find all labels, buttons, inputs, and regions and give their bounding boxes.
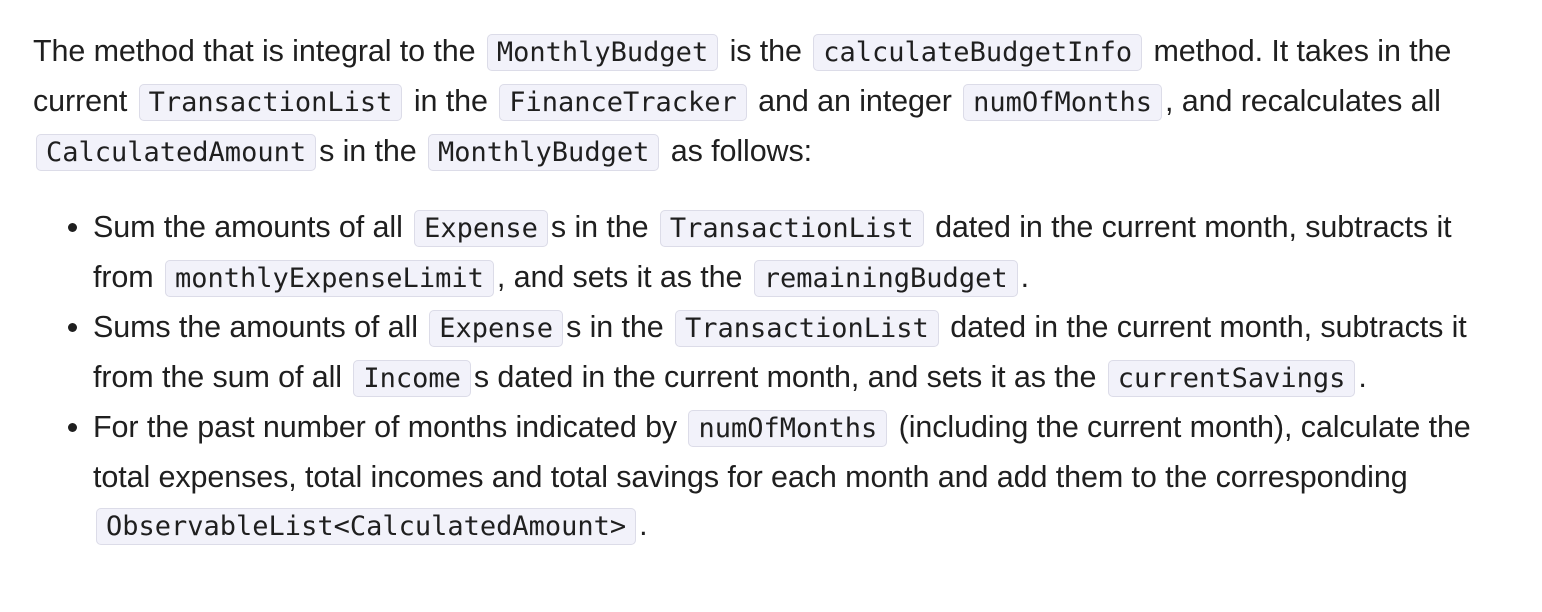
inline-code-num-of-months: numOfMonths [963, 84, 1162, 121]
document-body: The method that is integral to the Month… [33, 27, 1513, 551]
inline-code-remaining-budget: remainingBudget [753, 260, 1018, 297]
inline-code-transaction-list: TransactionList [138, 84, 403, 121]
bullet-text: s dated in the current month, and sets i… [473, 360, 1097, 394]
bullet-text: . [1020, 260, 1029, 294]
list-item-past-months: For the past number of months indicated … [93, 403, 1498, 551]
intro-text: , and recalculates all [1164, 84, 1441, 118]
inline-code-expense: Expense [414, 210, 548, 247]
intro-paragraph: The method that is integral to the Month… [33, 27, 1503, 177]
inline-code-monthly-expense-limit: monthlyExpenseLimit [164, 260, 494, 297]
inline-code-expense: Expense [429, 310, 564, 347]
intro-text: in the [413, 84, 488, 118]
bullet-text: s in the [566, 310, 664, 344]
inline-code-num-of-months: numOfMonths [688, 410, 888, 447]
inline-code-calculate-budget-info: calculateBudgetInfo [813, 34, 1143, 71]
intro-text: s in the [319, 134, 417, 168]
intro-text: The method that is integral to the [33, 34, 476, 68]
inline-code-current-savings: currentSavings [1107, 360, 1356, 397]
list-item-remaining-budget: Sum the amounts of all Expenses in the T… [93, 203, 1498, 303]
inline-code-calculated-amount: CalculatedAmount [36, 134, 317, 171]
intro-text: as follows: [670, 134, 813, 168]
bullet-text: . [639, 508, 648, 542]
inline-code-monthly-budget: MonthlyBudget [486, 34, 719, 71]
intro-text: and an integer [758, 84, 952, 118]
bullet-text: s in the [550, 210, 649, 244]
bullet-text: , and sets it as the [496, 260, 743, 294]
bullet-text: Sum the amounts of all [93, 210, 403, 244]
inline-code-finance-tracker: FinanceTracker [499, 84, 747, 121]
bullet-text: Sums the amounts of all [93, 310, 418, 344]
bullet-text: For the past number of months indicated … [93, 410, 678, 444]
inline-code-income: Income [353, 360, 471, 397]
bullet-text: . [1358, 360, 1367, 394]
steps-list: Sum the amounts of all Expenses in the T… [33, 203, 1513, 551]
inline-code-transaction-list: TransactionList [659, 210, 924, 247]
inline-code-transaction-list: TransactionList [674, 310, 939, 347]
list-item-current-savings: Sums the amounts of all Expenses in the … [93, 303, 1498, 403]
intro-text: is the [729, 34, 802, 68]
inline-code-observable-list: ObservableList<CalculatedAmount> [96, 508, 637, 545]
inline-code-monthly-budget: MonthlyBudget [428, 134, 660, 171]
